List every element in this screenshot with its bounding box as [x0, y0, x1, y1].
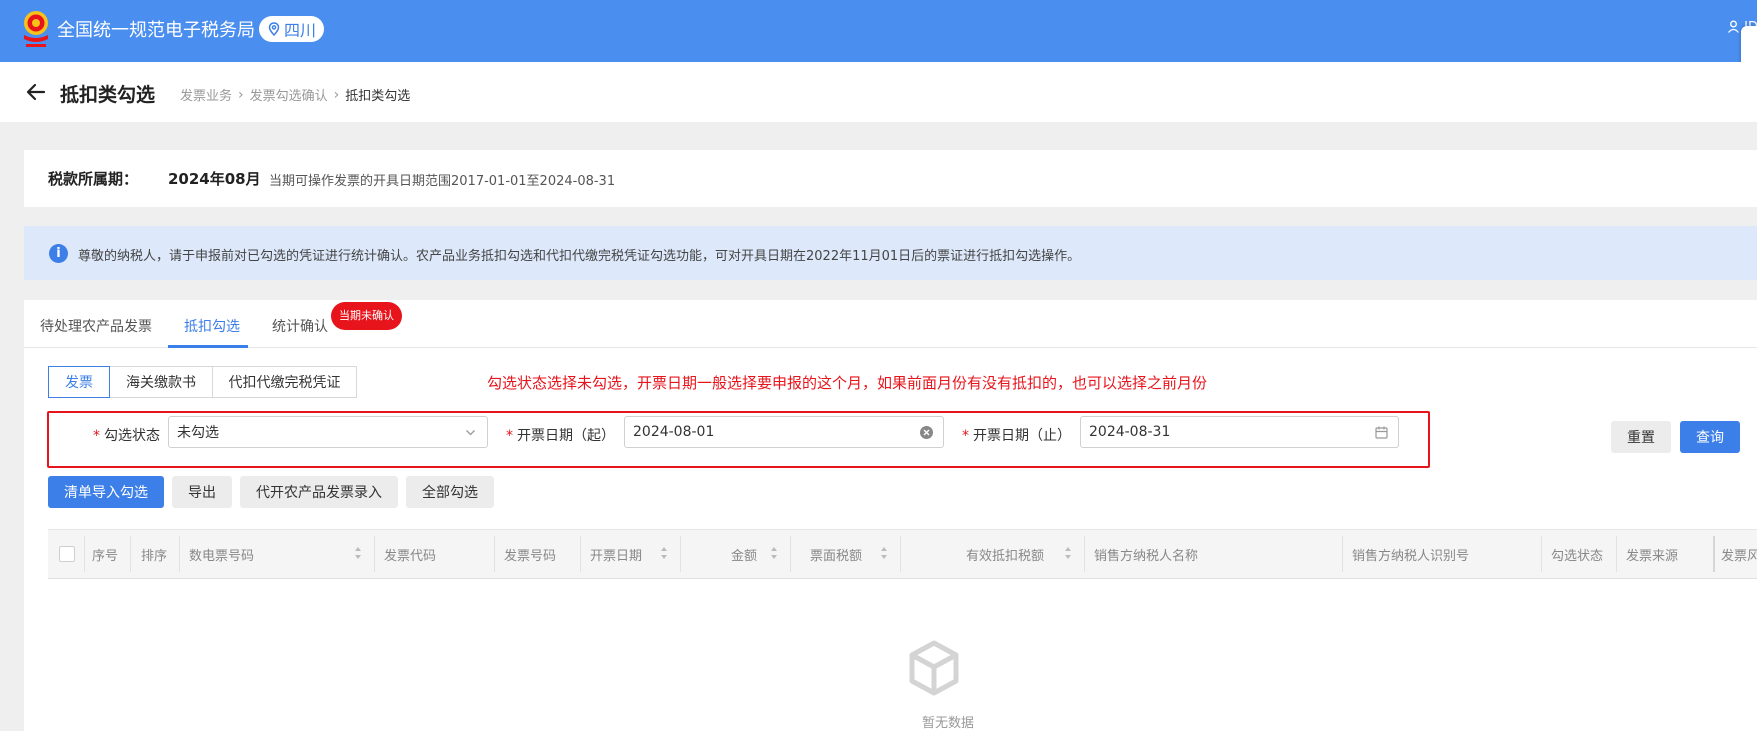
table-header: 序号 排序 数电票号码 发票代码 发票号码 开票日期 金额 票面税额 有效抵扣税…: [48, 529, 1757, 579]
user-icon: [1728, 20, 1739, 33]
reset-button[interactable]: 重置: [1611, 421, 1671, 453]
period-label: 税款所属期：: [48, 170, 139, 188]
col-digital-invoice-number[interactable]: 数电票号码: [189, 530, 254, 578]
col-invoice-date[interactable]: 开票日期: [590, 530, 642, 578]
empty-box-icon: [909, 640, 959, 696]
col-index: 序号: [92, 548, 119, 564]
voucher-type-invoice[interactable]: 发票: [48, 366, 110, 398]
top-header: 全国统一规范电子税务局 四川 ID: [0, 0, 1757, 62]
col-seller-name: 销售方纳税人名称: [1094, 548, 1199, 564]
status-label: * 勾选状态: [93, 428, 160, 444]
region-name: 四川: [284, 21, 317, 40]
tab-pending-agri-invoices[interactable]: 待处理农产品发票: [40, 316, 152, 336]
select-all-checkbox[interactable]: [59, 546, 75, 562]
sort-icon[interactable]: [354, 545, 362, 561]
status-select[interactable]: 未勾选: [168, 416, 488, 448]
col-order: 排序: [141, 548, 168, 564]
back-arrow-icon[interactable]: [26, 83, 46, 101]
export-button[interactable]: 导出: [172, 476, 232, 508]
col-seller-tax-id: 销售方纳税人识别号: [1352, 548, 1470, 564]
col-invoice-number: 发票号码: [504, 548, 557, 564]
info-notice: i 尊敬的纳税人，请于申报前对已勾选的凭证进行统计确认。农产品业务抵扣勾选和代扣…: [24, 226, 1757, 280]
clear-icon[interactable]: [919, 425, 934, 440]
col-selection-status: 勾选状态: [1551, 548, 1604, 564]
tax-emblem-icon: [24, 11, 48, 47]
info-icon: i: [49, 244, 68, 263]
page-title: 抵扣类勾选: [60, 84, 156, 106]
col-invoice-source: 发票来源: [1626, 548, 1679, 564]
calendar-icon: [1375, 426, 1388, 439]
notice-text: 尊敬的纳税人，请于申报前对已勾选的凭证进行统计确认。农产品业务抵扣勾选和代扣代缴…: [78, 249, 1081, 264]
start-date-input[interactable]: 2024-08-01: [624, 416, 944, 448]
voucher-type-customs-payment[interactable]: 海关缴款书: [109, 366, 213, 398]
col-invoice-risk-level: 发票风险等级: [1721, 548, 1757, 564]
sort-icon[interactable]: [660, 545, 668, 561]
empty-state-text: 暂无数据: [922, 716, 975, 731]
tab-statistics-confirm[interactable]: 统计确认: [272, 316, 328, 336]
unconfirmed-badge: 当期未确认: [331, 302, 402, 330]
period-range-text: 当期可操作发票的开具日期范围2017-01-01至2024-08-31: [269, 174, 616, 189]
end-date-label: * 开票日期（止）: [962, 428, 1071, 444]
chevron-down-icon: [466, 430, 475, 436]
sort-icon[interactable]: [770, 545, 778, 561]
active-tab-indicator: [168, 345, 248, 348]
sort-icon[interactable]: [880, 545, 888, 561]
chevron-right-icon: ›: [238, 86, 244, 103]
end-date-value: 2024-08-31: [1089, 424, 1171, 440]
breadcrumb-bar: 抵扣类勾选 发票业务 › 发票勾选确认 › 抵扣类勾选: [0, 62, 1757, 122]
breadcrumb-item-invoice-business[interactable]: 发票业务: [180, 85, 232, 104]
sort-icon[interactable]: [1064, 545, 1072, 561]
breadcrumb: 发票业务 › 发票勾选确认 › 抵扣类勾选: [180, 85, 411, 105]
period-value: 2024年08月: [168, 170, 261, 188]
end-date-input[interactable]: 2024-08-31: [1080, 416, 1399, 448]
start-date-label: * 开票日期（起）: [506, 428, 615, 444]
col-valid-deduction-tax[interactable]: 有效抵扣税额: [966, 530, 1044, 578]
tab-deduction-selection[interactable]: 抵扣勾选: [184, 316, 240, 336]
status-select-value: 未勾选: [177, 425, 219, 441]
app-title: 全国统一规范电子税务局: [57, 20, 255, 41]
col-invoice-code: 发票代码: [384, 548, 437, 564]
tax-period-card: 税款所属期： 2024年08月 当期可操作发票的开具日期范围2017-01-01…: [24, 150, 1757, 207]
location-pin-icon: [268, 22, 280, 36]
col-face-tax[interactable]: 票面税额: [810, 530, 862, 578]
breadcrumb-item-invoice-confirm[interactable]: 发票勾选确认: [250, 85, 328, 104]
chevron-right-icon: ›: [333, 86, 340, 103]
start-date-value: 2024-08-01: [633, 424, 715, 440]
voucher-type-withholding-certificate[interactable]: 代扣代缴完税凭证: [212, 366, 357, 398]
query-button[interactable]: 查询: [1680, 421, 1740, 453]
red-annotation: 勾选状态选择未勾选，开票日期一般选择要申报的这个月，如果前面月份有没有抵扣的，也…: [487, 374, 1208, 392]
agri-invoice-entry-button[interactable]: 代开农产品发票录入: [240, 476, 398, 508]
breadcrumb-item-current: 抵扣类勾选: [345, 89, 411, 104]
import-selection-button[interactable]: 清单导入勾选: [48, 476, 164, 508]
col-amount[interactable]: 金额: [731, 530, 757, 578]
select-all-button[interactable]: 全部勾选: [406, 476, 494, 508]
tab-bar: 待处理农产品发票 抵扣勾选 统计确认 当期未确认: [24, 300, 1757, 348]
main-panel: 待处理农产品发票 抵扣勾选 统计确认 当期未确认 发票 海关缴款书 代扣代缴完税…: [24, 300, 1757, 731]
region-selector[interactable]: 四川: [259, 16, 325, 42]
